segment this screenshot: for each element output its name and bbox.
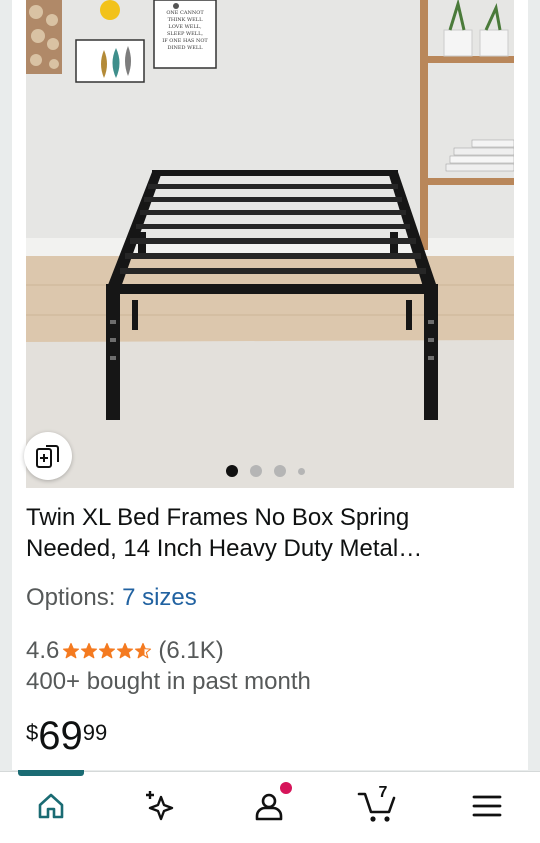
star-icon bbox=[63, 642, 80, 659]
wall-sign-line: SLEEP WELL, bbox=[167, 31, 203, 37]
price: $ 69 99 bbox=[26, 714, 107, 758]
rating-count: (6.1K) bbox=[158, 637, 224, 664]
wall-sign-line: DINED WELL bbox=[167, 45, 203, 51]
home-icon bbox=[38, 793, 64, 819]
account-notification-dot bbox=[280, 782, 292, 794]
options-sizes-link[interactable]: 7 sizes bbox=[122, 584, 197, 611]
options-row: Options: 7 sizes bbox=[26, 584, 197, 612]
carousel-dot[interactable] bbox=[274, 465, 286, 477]
nav-menu[interactable] bbox=[467, 786, 507, 826]
nav-home[interactable] bbox=[31, 786, 71, 826]
view-in-room-button[interactable] bbox=[24, 432, 72, 480]
menu-icon bbox=[472, 795, 502, 817]
product-title-line: Needed, 14 Inch Heavy Duty Metal… bbox=[26, 535, 423, 562]
nav-rufus[interactable] bbox=[139, 786, 179, 826]
account-icon bbox=[255, 793, 283, 821]
ar-view-icon bbox=[36, 445, 59, 468]
rating-value: 4.6 bbox=[26, 637, 60, 664]
price-fraction: 99 bbox=[82, 720, 108, 745]
carousel-dot[interactable] bbox=[226, 465, 238, 477]
price-symbol: $ bbox=[26, 720, 39, 745]
star-icon bbox=[99, 642, 116, 659]
star-icon bbox=[81, 642, 98, 659]
star-icon bbox=[117, 642, 134, 659]
image-carousel-indicator[interactable] bbox=[226, 464, 305, 478]
wall-sign-line: THINK WELL bbox=[168, 17, 203, 23]
nav-active-indicator bbox=[18, 770, 84, 776]
carousel-dot[interactable] bbox=[250, 465, 262, 477]
sparkle-icon bbox=[146, 791, 174, 821]
wall-sign-line: ONE CANNOT bbox=[166, 10, 204, 16]
cart-count: 7 bbox=[378, 784, 388, 801]
price-whole: 69 bbox=[38, 714, 83, 758]
star-rating bbox=[62, 642, 152, 660]
carousel-dot[interactable] bbox=[298, 467, 305, 475]
options-label: Options: bbox=[26, 584, 116, 611]
product-image[interactable]: ONE CANNOT THINK WELL LOVE WELL, SLEEP W… bbox=[26, 0, 514, 488]
wall-sign-line: LOVE WELL, bbox=[168, 24, 202, 30]
product-title[interactable]: Twin XL Bed Frames No Box Spring Needed,… bbox=[26, 502, 506, 564]
rating-row[interactable]: 4.6 (6.1K) bbox=[26, 637, 224, 665]
product-title-line: Twin XL Bed Frames No Box Spring bbox=[26, 504, 410, 531]
star-icon bbox=[135, 642, 152, 659]
wall-sign-line: IF ONE HAS NOT bbox=[162, 38, 208, 44]
bought-in-past-month: 400+ bought in past month bbox=[26, 668, 311, 695]
